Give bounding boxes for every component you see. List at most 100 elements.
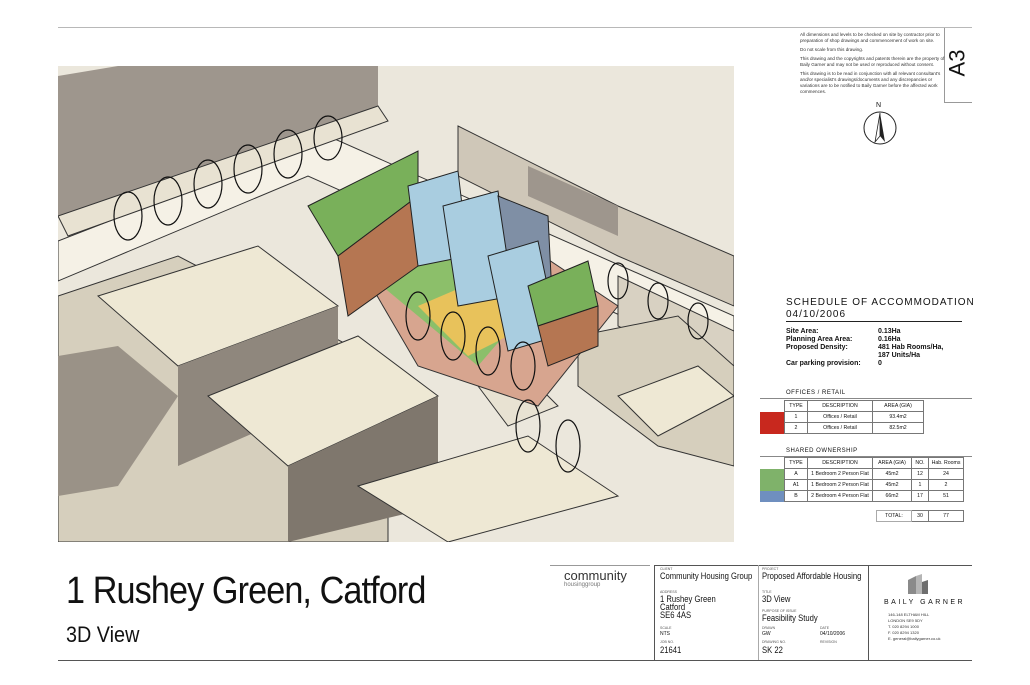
scale-label: SCALE bbox=[660, 626, 672, 630]
table-row: 1 Offices / Retail 93.4m2 bbox=[760, 411, 924, 423]
total-no: 30 bbox=[911, 510, 929, 522]
header-cell: AREA (GIA) bbox=[872, 457, 912, 469]
site-row: Proposed Density: 481 Hab Rooms/Ha, bbox=[786, 344, 943, 352]
site-row: Car parking provision: 0 bbox=[786, 360, 943, 368]
cell-type: 1 bbox=[784, 411, 808, 423]
table-row: 2 Offices / Retail 82.5m2 bbox=[760, 422, 924, 434]
table-row: A 1 Bedroom 2 Person Flat 45m2 12 24 bbox=[760, 468, 964, 480]
site-value: 0 bbox=[878, 360, 882, 367]
address-line: E. general@bailygarner.co.uk bbox=[888, 636, 941, 641]
header-cell: DESCRIPTION bbox=[807, 457, 873, 469]
total-row: TOTAL: 30 77 bbox=[876, 510, 964, 522]
a3-divider-h bbox=[944, 102, 972, 103]
swatch-cell bbox=[760, 401, 785, 412]
scale: NTS bbox=[660, 631, 670, 637]
tb-mid bbox=[758, 565, 759, 660]
job-number: 21641 bbox=[660, 645, 682, 655]
client-logo: community bbox=[564, 568, 627, 583]
cell-area: 45m2 bbox=[872, 468, 912, 480]
site-key: Site Area: bbox=[786, 328, 819, 335]
site-value: 187 Units/Ha bbox=[878, 352, 921, 359]
offices-table: TYPE DESCRIPTION AREA (GIA) 1 Offices / … bbox=[760, 400, 924, 434]
drawing-number: SK 22 bbox=[762, 645, 783, 655]
cell-desc: 1 Bedroom 2 Person Flat bbox=[807, 468, 873, 480]
color-swatch bbox=[760, 468, 785, 480]
tb-divider bbox=[868, 565, 869, 660]
note-2: Do not scale from this drawing. bbox=[800, 47, 864, 52]
logo-rule bbox=[550, 565, 650, 566]
cell-desc: 2 Bedroom 4 Person Flat bbox=[807, 490, 873, 502]
site-key: Planning Area Area: bbox=[786, 336, 853, 343]
cell-area: 82.5m2 bbox=[872, 422, 924, 434]
header-cell: Hab. Rooms bbox=[928, 457, 964, 469]
3d-view-illustration bbox=[58, 66, 734, 542]
cell-hab: 51 bbox=[928, 490, 964, 502]
architect-address: 146-148 ELTHAM HILL LONDON SE9 5DY T. 02… bbox=[888, 612, 941, 642]
cell-desc: 1 Bedroom 2 Person Flat bbox=[807, 479, 873, 491]
project-name: Proposed Affordable Housing bbox=[762, 571, 862, 581]
note-3: This drawing and the copyrights and pate… bbox=[800, 56, 945, 67]
purpose: Feasibility Study bbox=[762, 613, 818, 623]
header-cell: AREA (GIA) bbox=[872, 400, 924, 412]
color-swatch bbox=[760, 490, 785, 502]
cell-no: 12 bbox=[911, 468, 929, 480]
color-swatch bbox=[760, 422, 785, 434]
page-title: 1 Rushey Green, Catford bbox=[66, 570, 426, 612]
color-swatch bbox=[760, 411, 785, 423]
total-hab: 77 bbox=[928, 510, 964, 522]
address-line: SE6 4AS bbox=[660, 610, 692, 620]
client-name: Community Housing Group bbox=[660, 571, 753, 581]
shared-header-row: TYPE DESCRIPTION AREA (GIA) NO. Hab. Roo… bbox=[760, 457, 964, 469]
baily-garner-logo-icon bbox=[908, 574, 928, 594]
drawn: GW bbox=[762, 631, 771, 637]
cell-hab: 2 bbox=[928, 479, 964, 491]
drawing-label: DRAWING NO. bbox=[762, 640, 786, 644]
site-row: Planning Area Area: 0.16Ha bbox=[786, 336, 943, 344]
header-cell: TYPE bbox=[784, 457, 808, 469]
shared-table: TYPE DESCRIPTION AREA (GIA) NO. Hab. Roo… bbox=[760, 457, 964, 502]
total-label: TOTAL: bbox=[876, 510, 912, 522]
cell-area: 66m2 bbox=[872, 490, 912, 502]
date-label: DATE bbox=[820, 626, 830, 630]
swatch-cell bbox=[760, 458, 785, 469]
cell-no: 1 bbox=[911, 479, 929, 491]
site-value: 0.13Ha bbox=[878, 328, 901, 335]
tb-divider bbox=[654, 565, 655, 660]
client-logo-sub: housinggroup bbox=[564, 582, 601, 588]
tb-top bbox=[654, 565, 972, 566]
date: 04/10/2006 bbox=[820, 631, 846, 637]
cell-type: A1 bbox=[784, 479, 808, 491]
north-label: N bbox=[876, 102, 882, 109]
north-arrow-icon bbox=[863, 111, 897, 145]
site-key: Proposed Density: bbox=[786, 344, 848, 351]
cell-desc: Offices / Retail bbox=[807, 422, 873, 434]
cell-type: 2 bbox=[784, 422, 808, 434]
header-cell: DESCRIPTION bbox=[807, 400, 873, 412]
offices-header-row: TYPE DESCRIPTION AREA (GIA) bbox=[760, 400, 924, 412]
site-key: Car parking provision: bbox=[786, 360, 861, 367]
job-label: JOB NO. bbox=[660, 640, 675, 644]
shared-title: SHARED OWNERSHIP bbox=[786, 448, 858, 454]
offices-title: OFFICES / RETAIL bbox=[786, 390, 846, 396]
architect-name: BAILY GARNER bbox=[884, 599, 966, 606]
bottom-border bbox=[58, 660, 972, 661]
site-value: 0.16Ha bbox=[878, 336, 901, 343]
drawing-notes: All dimensions and levels to be checked … bbox=[800, 32, 950, 98]
schedule-title: SCHEDULE OF ACCOMMODATION bbox=[786, 297, 975, 308]
header-cell: TYPE bbox=[784, 400, 808, 412]
color-swatch bbox=[760, 479, 785, 491]
cell-no: 17 bbox=[911, 490, 929, 502]
site-key bbox=[786, 352, 878, 360]
cell-hab: 24 bbox=[928, 468, 964, 480]
cell-type: B bbox=[784, 490, 808, 502]
offices-divider bbox=[760, 398, 972, 399]
header-cell: NO. bbox=[911, 457, 929, 469]
cell-area: 93.4m2 bbox=[872, 411, 924, 423]
note-1: All dimensions and levels to be checked … bbox=[800, 32, 940, 43]
drawn-label: DRAWN bbox=[762, 626, 776, 630]
drawing-title: 3D View bbox=[762, 594, 791, 604]
revision-label: REVISION bbox=[820, 640, 837, 644]
cell-desc: Offices / Retail bbox=[807, 411, 873, 423]
table-row: TOTAL: 30 77 bbox=[876, 510, 964, 522]
page-subtitle: 3D View bbox=[66, 622, 140, 647]
